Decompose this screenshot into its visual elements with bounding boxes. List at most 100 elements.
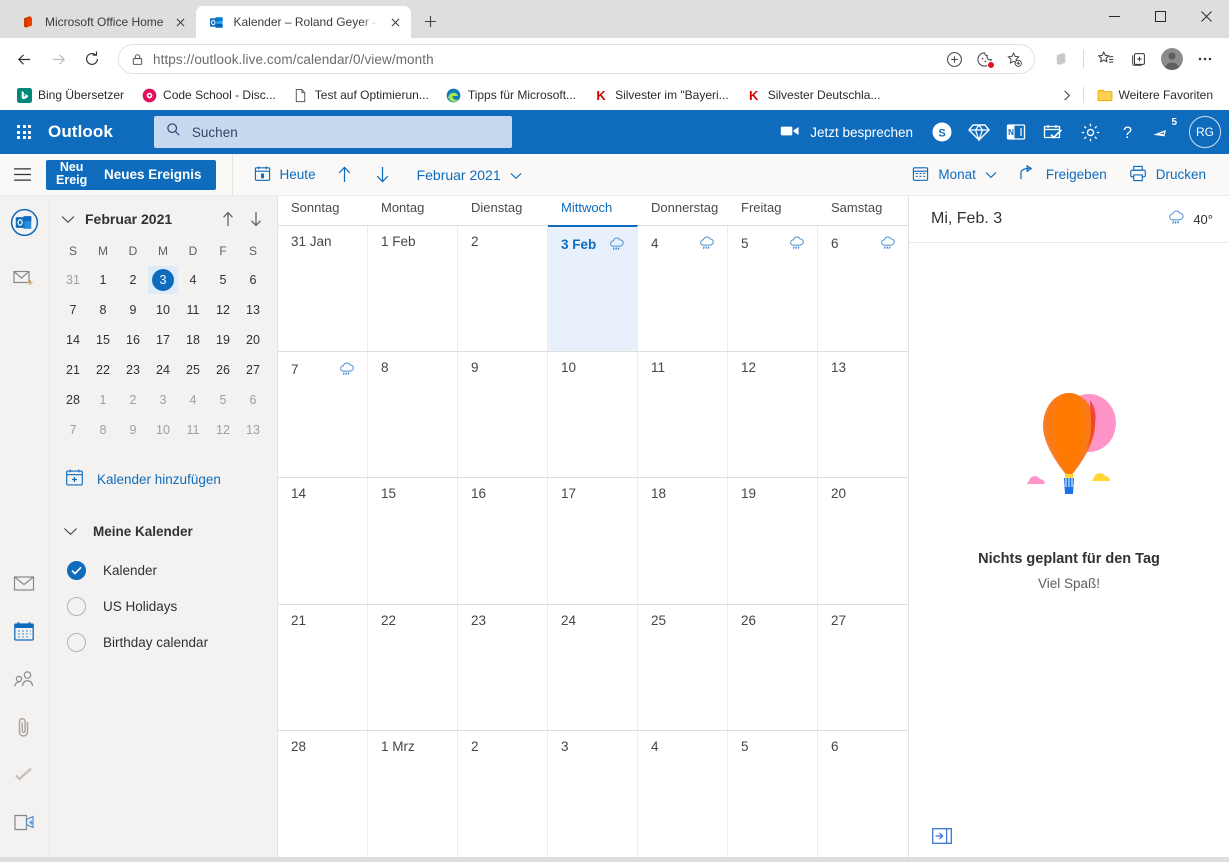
day-cell[interactable]: 18 [638,478,728,604]
collapse-panel-icon[interactable] [931,827,953,845]
search-input[interactable]: Suchen [153,116,512,148]
day-cell[interactable]: 1 Feb [368,226,458,352]
back-icon[interactable] [8,43,40,75]
today-button[interactable]: Heute [245,159,325,191]
day-cell[interactable]: 31 Jan [278,226,368,352]
feedback-icon[interactable]: 5 [1146,114,1182,150]
day-cell[interactable]: 24 [548,604,638,730]
day-cell[interactable]: 9 [458,352,548,478]
day-cell[interactable]: 2 [458,730,548,857]
minical-day[interactable]: 13 [238,296,268,324]
calendar-checkbox[interactable] [67,596,86,616]
chevron-down-icon[interactable] [55,206,81,232]
minical-day[interactable]: 11 [178,416,208,444]
minical-day[interactable]: 9 [118,416,148,444]
calendar-list-item[interactable]: Birthday calendar [49,624,277,660]
help-icon[interactable]: ? [1109,114,1145,150]
day-cell[interactable]: 20 [818,478,908,603]
minical-day-today[interactable]: 3 [148,266,178,294]
minical-prev-icon[interactable] [215,206,241,232]
close-icon[interactable] [172,14,188,30]
minical-day[interactable]: 9 [118,296,148,324]
minical-day[interactable]: 26 [208,356,238,384]
day-cell[interactable]: 28 [278,730,368,857]
calendar-list-item[interactable]: Kalender [49,552,277,588]
address-bar[interactable]: https://outlook.live.com/calendar/0/view… [118,44,1035,74]
minical-title[interactable]: Februar 2021 [85,211,172,227]
minical-day[interactable]: 4 [178,386,208,414]
minical-day[interactable]: 10 [148,296,178,324]
minical-day[interactable]: 14 [58,326,88,354]
profile-icon[interactable] [1156,43,1188,75]
bookmark-item[interactable]: K Silvester im "Bayeri... [586,84,736,106]
day-cell[interactable]: 5 [728,730,818,857]
minical-day[interactable]: 23 [118,356,148,384]
minical-day[interactable]: 5 [208,386,238,414]
browser-tab-office-home[interactable]: Microsoft Office Home [8,6,196,38]
outlook-logo-icon[interactable] [4,202,44,242]
bookmark-item[interactable]: Code School - Disc... [134,84,283,106]
day-cell[interactable]: 26 [728,604,818,730]
calendar-icon[interactable] [4,611,44,651]
minical-day[interactable]: 10 [148,416,178,444]
minical-day[interactable]: 8 [88,416,118,444]
day-cell[interactable]: 11 [638,352,728,478]
minical-day[interactable]: 7 [58,296,88,324]
cookies-blocked-icon[interactable] [970,45,998,73]
minical-day[interactable]: 19 [208,326,238,354]
day-cell[interactable]: 1 Mrz [368,730,458,857]
close-window-button[interactable] [1183,0,1229,32]
previous-period-icon[interactable] [327,159,363,191]
minical-day[interactable]: 13 [238,416,268,444]
day-cell[interactable]: 21 [278,604,368,730]
minical-day[interactable]: 3 [148,386,178,414]
skype-icon[interactable]: S [924,114,960,150]
day-cell[interactable]: 22 [368,604,458,730]
day-cell[interactable]: 6 [818,731,908,857]
minical-day[interactable]: 25 [178,356,208,384]
minical-day[interactable]: 12 [208,416,238,444]
onenote-icon[interactable]: N [998,114,1034,150]
minical-day[interactable]: 24 [148,356,178,384]
diamond-premium-icon[interactable] [961,114,997,150]
day-cell-today[interactable]: 3 Feb [548,225,638,352]
to-do-icon[interactable] [1035,114,1071,150]
day-cell[interactable]: 3 [548,730,638,857]
day-cell[interactable]: 17 [548,478,638,604]
day-cell[interactable]: 23 [458,604,548,730]
favorite-add-icon[interactable] [1000,45,1028,73]
add-calendar-button[interactable]: Kalender hinzufügen [49,458,277,500]
day-cell[interactable]: 25 [638,604,728,730]
day-cell[interactable]: 14 [278,478,368,604]
bookmark-item[interactable]: Test auf Optimierun... [286,84,436,106]
day-cell[interactable]: 7 [278,352,368,478]
people-icon[interactable] [4,659,44,699]
minical-day[interactable]: 7 [58,416,88,444]
user-avatar[interactable]: RG [1189,116,1221,148]
day-cell[interactable]: 2 [458,226,548,352]
to-do-icon[interactable] [4,755,44,795]
chevron-right-icon[interactable] [1057,85,1077,105]
maximize-button[interactable] [1137,0,1183,32]
day-cell[interactable]: 27 [818,605,908,730]
minical-day[interactable]: 16 [118,326,148,354]
minical-day[interactable]: 12 [208,296,238,324]
my-calendars-header[interactable]: Meine Kalender [49,510,277,552]
calendar-checkbox-checked[interactable] [67,560,86,580]
minical-next-icon[interactable] [243,206,269,232]
share-button[interactable]: Freigeben [1010,159,1116,191]
day-cell[interactable]: 4 [638,730,728,857]
minical-day[interactable]: 20 [238,326,268,354]
minical-day[interactable]: 6 [238,386,268,414]
files-icon[interactable] [4,707,44,747]
minical-day[interactable]: 5 [208,266,238,294]
day-cell[interactable]: 8 [368,352,458,478]
hamburger-icon[interactable] [0,154,44,196]
new-tab-button[interactable] [416,7,444,35]
new-mail-icon[interactable] [4,258,44,298]
day-cell[interactable]: 16 [458,478,548,604]
day-cell[interactable]: 5 [728,226,818,352]
minical-day[interactable]: 4 [178,266,208,294]
new-event-button[interactable]: Neu Ereig Neues Ereignis [46,159,216,190]
app-launcher-icon[interactable] [4,112,44,152]
